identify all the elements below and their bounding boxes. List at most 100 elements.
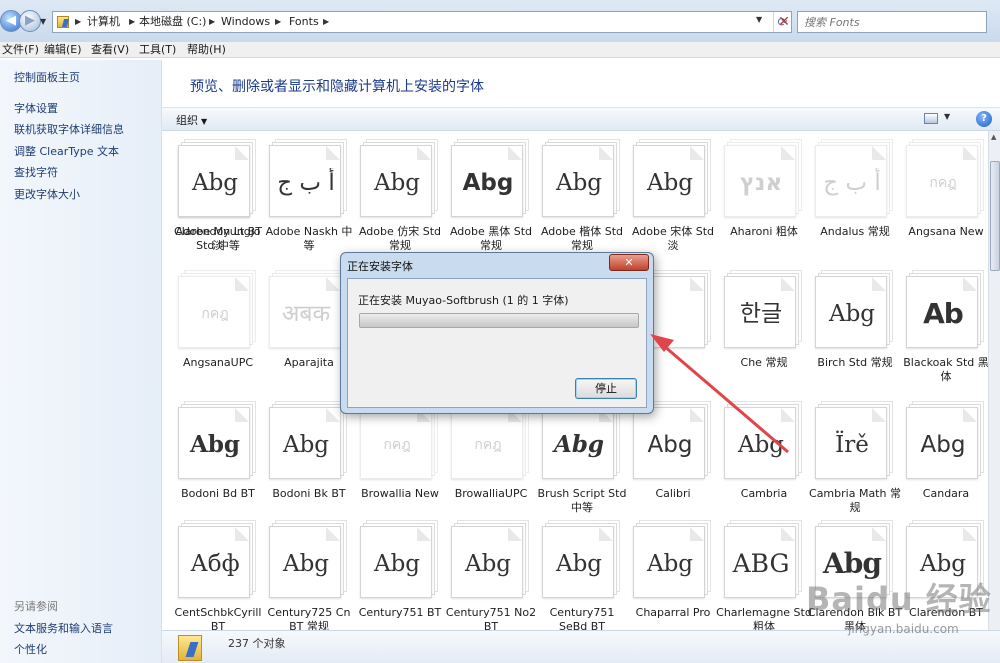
font-name: Adobe 楷体 Std 常规 — [540, 225, 624, 252]
scroll-up-icon[interactable]: ▲ — [991, 133, 996, 141]
personalization-link[interactable]: 个性化 — [14, 642, 47, 658]
menu-view[interactable]: 查看(V) — [91, 42, 129, 58]
font-tile[interactable]: Abg Cambria — [710, 393, 802, 523]
font-sample: Abg — [373, 551, 421, 577]
address-history-dropdown[interactable]: ▼ — [756, 15, 762, 24]
crumb-local-disk[interactable]: 本地磁盘 (C:) — [139, 14, 206, 30]
fonts-folder-icon — [57, 16, 69, 28]
font-tile[interactable]: Abg Adobe 黑体 Std 常规 — [437, 131, 532, 261]
font-name: Browallia New — [361, 487, 439, 500]
address-bar: ◀ ▶ ▼ ▶ 计算机 ▶ 本地磁盘 (C:) ▶ Windows ▶ Font… — [0, 0, 1000, 44]
font-name: Cambria Math 常规 — [809, 487, 901, 514]
menu-help[interactable]: 帮助(H) — [187, 42, 226, 58]
font-tile[interactable]: Abg Birch Std 常规 — [801, 262, 893, 392]
font-tile[interactable]: Abg Adobe 宋体 Std 淡 — [619, 131, 714, 261]
font-sample: Abg — [373, 170, 421, 196]
menu-file[interactable]: 文件(F) — [2, 42, 39, 58]
font-sample: Abg — [555, 551, 603, 577]
font-sample: Abg — [646, 170, 694, 196]
forward-button[interactable]: ▶ — [19, 10, 41, 32]
font-sample: Abg — [282, 432, 330, 458]
install-status-text: 正在安装 Muyao-Softbrush (1 的 1 字体) — [358, 294, 569, 307]
chevron-right-icon[interactable]: ▶ — [275, 14, 281, 30]
font-tile[interactable]: Abg Century751 BT — [346, 512, 441, 630]
chevron-right-icon[interactable]: ▶ — [323, 14, 329, 30]
font-tile[interactable]: אנץ Aharoni 粗体 — [710, 131, 802, 261]
font-tile[interactable]: Abg Adobe 仿宋 Std 常规 — [346, 131, 441, 261]
font-name: AngsanaUPC — [182, 356, 254, 369]
font-tile[interactable]: أ ب ج Adobe Naskh 中等 — [255, 131, 352, 261]
control-panel-home-link[interactable]: 控制面板主页 — [14, 70, 80, 86]
recent-pages-dropdown[interactable]: ▼ — [40, 17, 46, 26]
adjust-cleartype-link[interactable]: 调整 ClearType 文本 — [14, 144, 119, 160]
organize-button[interactable]: 组织 ▼ — [176, 112, 207, 128]
font-tile[interactable]: Abg Century751 SeBd BT — [528, 512, 620, 630]
scrollbar-thumb[interactable] — [990, 161, 1000, 271]
address-box[interactable]: ▶ 计算机 ▶ 本地磁盘 (C:) ▶ Windows ▶ Fonts ▶ ▼ … — [52, 11, 792, 33]
watermark-url: jingyan.baidu.com — [848, 622, 959, 636]
help-icon[interactable]: ? — [976, 111, 992, 127]
font-tile[interactable]: أ ب ج Andalus 常规 — [801, 131, 893, 261]
crumb-fonts[interactable]: Fonts — [289, 14, 319, 30]
chevron-right-icon[interactable]: ▶ — [209, 14, 215, 30]
font-tile[interactable]: Abg Century725 Cn BT 常规 — [255, 512, 350, 630]
font-file-icon: Abg — [451, 520, 529, 598]
change-font-size-link[interactable]: 更改字体大小 — [14, 187, 80, 203]
font-name: Brush Script Std 中等 — [537, 487, 627, 514]
font-tile[interactable]: Abg Century751 No2 BT — [437, 512, 536, 630]
crumb-computer[interactable]: 计算机 — [87, 14, 120, 30]
font-tile[interactable]: Abg Bodoni Bk BT — [255, 393, 347, 523]
font-tile[interactable]: Абф CentSchbkCyrill BT — [164, 512, 261, 630]
stop-button[interactable]: 停止 — [575, 378, 637, 399]
arrow-right-icon: ▶ — [25, 13, 35, 28]
font-sample: Abg — [189, 431, 240, 458]
font-file-icon: Abg — [724, 401, 802, 479]
dialog-body: 正在安装 Muyao-Softbrush (1 的 1 字体) 停止 — [347, 278, 647, 408]
font-tile[interactable]: Abg Bodoni Bd BT — [164, 393, 256, 523]
font-file-icon: Abg — [633, 139, 711, 217]
font-tile[interactable]: Ïrě Cambria Math 常规 — [801, 393, 901, 523]
view-options-dropdown[interactable]: ▼ — [944, 112, 950, 121]
dialog-close-button[interactable]: ✕ — [609, 254, 649, 271]
font-sample: กคฎ — [383, 437, 411, 453]
font-file-icon: अबक — [269, 270, 347, 348]
font-tile[interactable]: Abg Adobe 楷体 Std 常规 — [528, 131, 623, 261]
change-view-icon[interactable] — [924, 113, 938, 124]
crumb-windows[interactable]: Windows — [221, 14, 270, 30]
menu-edit[interactable]: 编辑(E) — [44, 42, 82, 58]
chevron-down-icon: ▼ — [201, 117, 208, 126]
font-tile[interactable]: अबक Aparajita — [255, 262, 347, 392]
font-tile[interactable]: 한글 Che 常规 — [710, 262, 802, 392]
chevron-right-icon[interactable]: ▶ — [75, 14, 81, 30]
search-input[interactable] — [804, 14, 964, 30]
installing-fonts-dialog: 正在安装字体 ✕ 正在安装 Muyao-Softbrush (1 的 1 字体)… — [340, 252, 654, 414]
menu-tools[interactable]: 工具(T) — [139, 42, 176, 58]
font-sample: กคฎ — [929, 175, 957, 191]
font-sample: Abg — [462, 170, 514, 196]
font-settings-link[interactable]: 字体设置 — [14, 101, 58, 117]
font-name: Adobe 黑体 Std 常规 — [449, 225, 533, 252]
font-file-icon: Abg — [815, 270, 893, 348]
font-name: Adobe 仿宋 Std 常规 — [358, 225, 442, 252]
font-tile[interactable]: Ab Blackoak Std 黑体 — [892, 262, 988, 392]
chevron-right-icon[interactable]: ▶ — [129, 14, 135, 30]
find-character-link[interactable]: 查找字符 — [14, 165, 58, 181]
font-tile[interactable]: Abg Candara — [892, 393, 984, 523]
font-name: BrowalliaUPC — [454, 487, 528, 500]
get-font-info-online-link[interactable]: 联机获取字体详细信息 — [14, 122, 124, 138]
font-tile[interactable]: กคฎ AngsanaUPC — [164, 262, 256, 392]
font-tile[interactable]: Abg Clarendon Lt BT 淡 — [164, 131, 262, 261]
font-name: Candara — [922, 487, 970, 500]
font-name: Blackoak Std 黑体 — [903, 356, 988, 383]
font-sample: Ab — [923, 299, 964, 329]
text-services-link[interactable]: 文本服务和输入语言 — [14, 621, 113, 637]
font-sample: กคฎ — [201, 306, 229, 322]
font-tile[interactable]: ABG Charlemagne Std 粗体 — [710, 512, 812, 630]
font-sample: ABG — [732, 549, 790, 578]
close-icon[interactable]: ✕ — [775, 13, 793, 31]
font-tile[interactable]: Abg Chaparral Pro — [619, 512, 711, 630]
font-tile[interactable]: กคฎ Angsana New — [892, 131, 984, 261]
font-file-icon: Abg — [360, 139, 438, 217]
font-sample: กคฎ — [474, 437, 502, 453]
object-count: 237 个对象 — [228, 637, 286, 650]
